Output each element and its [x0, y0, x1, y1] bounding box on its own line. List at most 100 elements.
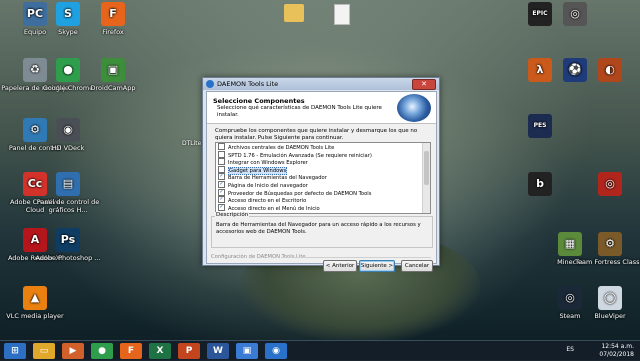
desktop-icon-photoshop[interactable]: Ps Adobe Photoshop ... — [33, 228, 103, 262]
desktop-icon-blackhole[interactable]: b — [505, 172, 575, 198]
installer-footer: Configuración de DAEMON Tools Lite — [211, 254, 431, 260]
back-button[interactable]: < Anterior — [323, 260, 357, 272]
description-text: Barra de Herramientas del Navegador para… — [216, 222, 421, 235]
clock-date[interactable]: 07/02/2018 — [599, 351, 634, 359]
document-icon[interactable] — [334, 4, 350, 25]
component-label: Barra de Herramientas del Navegador — [228, 175, 327, 182]
component-label: Integrar con Windows Explorer — [228, 160, 308, 167]
component-checkbox[interactable]: ✓ — [218, 188, 225, 196]
desktop-icon-game3[interactable]: ◎ — [575, 172, 640, 198]
desktop-icon-rust[interactable]: ◎ — [540, 2, 610, 28]
component-label: Proveedor de Búsquedas por defecto de DA… — [228, 190, 372, 197]
description-group: Descripción Barra de Herramientas del Na… — [211, 212, 433, 248]
pes2-icon: PES — [528, 114, 552, 138]
daemon-logo-icon — [397, 94, 431, 122]
panelgraficos-icon: ▤ — [56, 172, 80, 196]
page-subtitle: Seleccione qué características de DAEMON… — [217, 105, 382, 118]
component-item[interactable]: Integrar con Windows Explorer — [218, 158, 418, 167]
scrollbar-thumb[interactable] — [424, 151, 429, 185]
blackhole-icon: b — [528, 172, 552, 196]
taskbar-daemon-icon[interactable]: ◉ — [265, 343, 287, 359]
footer-divider — [281, 257, 431, 258]
desktop-icon-label: Team Fortress Classic — [575, 258, 640, 266]
teamfortress-icon: ⚙ — [598, 232, 622, 256]
close-button[interactable]: ✕ — [412, 79, 436, 90]
taskbar-chrome-icon[interactable]: ● — [91, 343, 113, 359]
cancel-button[interactable]: Cancelar — [401, 260, 433, 272]
component-checkbox[interactable] — [218, 165, 225, 173]
component-label: Archivos centrales de DAEMON Tools Lite — [228, 145, 335, 151]
component-label: SPTD 1.76 - Emulación Avanzada (Se requi… — [228, 152, 372, 159]
daemon-installer-window: DAEMON Tools Lite ✕ Seleccione Component… — [202, 77, 440, 272]
desktop-icon-label: VLC media player — [6, 312, 64, 320]
component-item[interactable]: ✓ Acceso directo en el Menú de Inicio — [218, 203, 418, 212]
wizard-header: Seleccione Componentes Seleccione qué ca… — [207, 92, 436, 124]
taskbar-media-icon[interactable]: ▶ — [62, 343, 84, 359]
taskbar-excel-icon[interactable]: X — [149, 343, 171, 359]
desktop-icon-teamfortress[interactable]: ⚙ Team Fortress Classic — [575, 232, 640, 266]
taskbar: ⊞ ▭ ▶ ● F X P W ▣ ◉ ES 12:54 a.m. 07/02/2018 — [0, 340, 640, 361]
taskbar-firefox-icon[interactable]: F — [120, 343, 142, 359]
skype-icon: S — [56, 2, 80, 26]
page-title: Seleccione Componentes — [213, 97, 305, 105]
desktop-icon-firefox[interactable]: F Firefox — [78, 2, 148, 36]
firefox-icon: F — [101, 2, 125, 26]
desktop-icon-label: BlueViper — [594, 312, 626, 320]
description-label: Descripción — [215, 212, 250, 218]
component-item[interactable]: ✓ Acceso directo en el Escritorio — [218, 196, 418, 205]
rust-icon: ◎ — [563, 2, 587, 26]
chrome-icon: ● — [56, 58, 80, 82]
desktop-icon-tf2[interactable]: ◐ — [575, 58, 640, 84]
desktop-icon-hdvdeck[interactable]: ◉ HD VDeck — [33, 118, 103, 152]
taskbar-word-icon[interactable]: W — [207, 343, 229, 359]
component-item[interactable]: ✓ Página de Inicio del navegador — [218, 181, 418, 189]
taskbar-explorer-icon[interactable]: ▭ — [33, 343, 55, 359]
blueviper-icon: ◯ — [598, 286, 622, 310]
taskbar-powerpoint-icon[interactable]: P — [178, 343, 200, 359]
desktop-icon-pes2[interactable]: PES — [505, 114, 575, 140]
partial-icon-label: DTLite — [182, 140, 202, 147]
photoshop-icon: Ps — [56, 228, 80, 252]
component-item[interactable]: Archivos centrales de DAEMON Tools Lite — [218, 143, 418, 151]
folder-icon[interactable] — [284, 4, 304, 22]
component-label: Página de Inicio del navegador — [228, 183, 308, 189]
desktop-icon-vlc[interactable]: ▲ VLC media player — [0, 286, 70, 320]
instructions-text: Compruebe los componentes que quiere ins… — [215, 128, 418, 141]
next-button[interactable]: Siguiente > — [359, 260, 395, 272]
components-list[interactable]: Archivos centrales de DAEMON Tools Lite S… — [215, 142, 431, 214]
component-item[interactable]: ✓ Barra de Herramientas del Navegador — [218, 173, 418, 182]
close-icon: ✕ — [421, 80, 427, 88]
component-item[interactable]: Gadget para Windows — [218, 165, 418, 175]
component-checkbox[interactable]: ✓ — [218, 203, 225, 211]
desktop-icon-label: Firefox — [102, 28, 124, 36]
desktop-icon-label: DroidCamApp — [90, 84, 136, 92]
component-checkbox[interactable] — [218, 150, 225, 158]
vlc-icon: ▲ — [23, 286, 47, 310]
component-label: Acceso directo en el Escritorio — [228, 198, 307, 205]
language-indicator[interactable]: ES — [566, 346, 574, 354]
desktop-icon-label: Adobe Photoshop ... — [35, 254, 101, 262]
taskbar-photos-icon[interactable]: ▣ — [236, 343, 258, 359]
component-checkbox[interactable] — [218, 143, 225, 150]
clock-time[interactable]: 12:54 a.m. — [599, 343, 634, 351]
taskbar-start-icon[interactable]: ⊞ — [4, 343, 26, 359]
component-checkbox[interactable]: ✓ — [218, 181, 225, 188]
tf2-icon: ◐ — [598, 58, 622, 82]
list-scrollbar[interactable] — [422, 143, 430, 213]
component-checkbox[interactable] — [218, 158, 225, 166]
desktop-icon-blueviper[interactable]: ◯ BlueViper — [575, 286, 640, 320]
component-label: Acceso directo en el Menú de Inicio — [228, 205, 320, 212]
component-item[interactable]: ✓ Proveedor de Búsquedas por defecto de D… — [218, 188, 418, 197]
desktop-icon-droidcam[interactable]: ▣ DroidCamApp — [78, 58, 148, 92]
system-tray[interactable]: ES 12:54 a.m. 07/02/2018 — [566, 343, 634, 359]
component-item[interactable]: SPTD 1.76 - Emulación Avanzada (Se requi… — [218, 150, 418, 159]
desktop-icon-panelgraficos[interactable]: ▤ Panel de control de gráficos H... — [33, 172, 103, 214]
desktop-icon-label: Panel de control de gráficos H... — [36, 198, 100, 214]
component-checkbox[interactable]: ✓ — [218, 196, 225, 204]
installer-body: Seleccione Componentes Seleccione qué ca… — [206, 91, 437, 272]
component-checkbox[interactable]: ✓ — [218, 173, 225, 181]
hdvdeck-icon: ◉ — [56, 118, 80, 142]
game3-icon: ◎ — [598, 172, 622, 196]
droidcam-icon: ▣ — [101, 58, 125, 82]
window-titlebar[interactable]: DAEMON Tools Lite ✕ — [203, 78, 439, 90]
